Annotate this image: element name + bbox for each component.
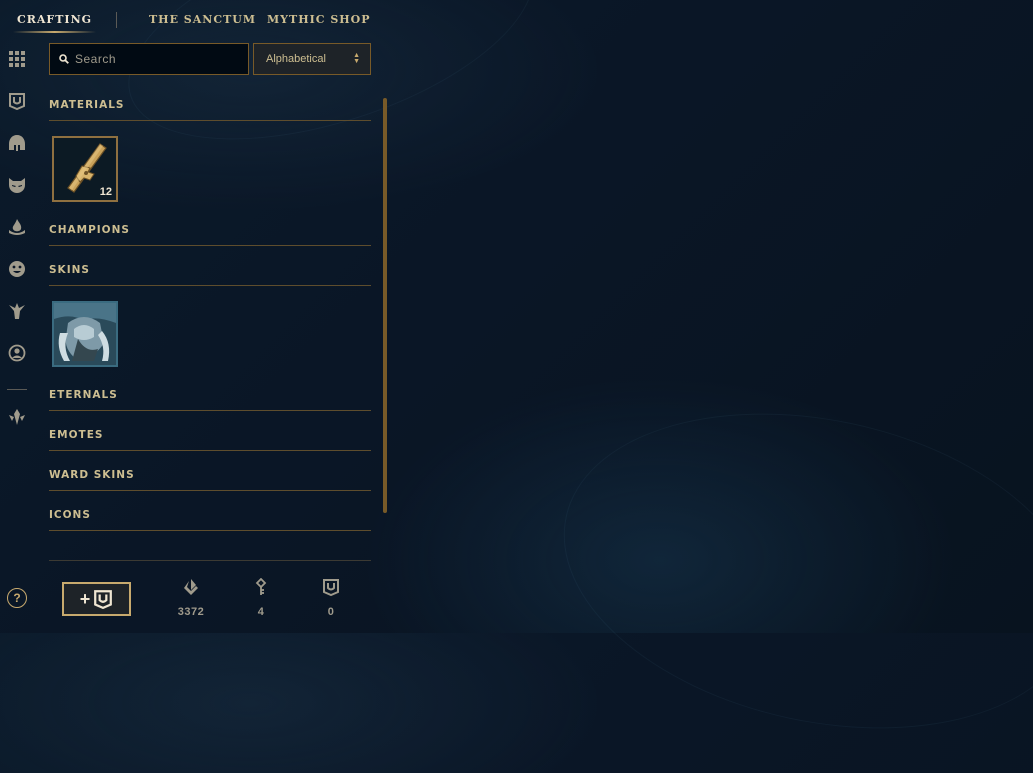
footer-divider xyxy=(49,560,371,561)
chest-value: 0 xyxy=(327,606,335,618)
section-materials[interactable]: MATERIALS xyxy=(49,99,371,121)
section-ward-skins[interactable]: WARD SKINS xyxy=(49,469,371,491)
rune-icon[interactable] xyxy=(7,407,27,427)
sort-selected-label: Alphabetical xyxy=(266,53,326,65)
rail-divider xyxy=(7,389,27,390)
key-fragment-counter: 4 xyxy=(241,578,281,618)
profile-icon[interactable] xyxy=(7,343,27,363)
emote-icon[interactable] xyxy=(7,259,27,279)
craft-chest-button[interactable]: + xyxy=(62,582,131,616)
list-scrollbar[interactable] xyxy=(383,98,387,513)
tab-crafting[interactable]: CRAFTING xyxy=(12,13,97,33)
ward-icon[interactable] xyxy=(7,301,27,321)
item-count: 12 xyxy=(99,186,112,198)
top-nav: CRAFTING THE SANCTUM MYTHIC SHOP xyxy=(0,0,420,40)
section-eternals[interactable]: ETERNALS xyxy=(49,389,371,411)
sort-dropdown[interactable]: Alphabetical ▲ ▼ xyxy=(253,43,371,75)
tab-the-sanctum[interactable]: THE SANCTUM xyxy=(149,13,256,26)
mask-icon[interactable] xyxy=(7,175,27,195)
key-icon xyxy=(252,578,270,596)
help-button[interactable]: ? xyxy=(7,588,27,608)
search-input[interactable] xyxy=(75,52,235,66)
section-skins[interactable]: SKINS xyxy=(49,264,371,286)
blue-essence-counter: 3372 xyxy=(171,578,211,618)
section-emotes[interactable]: EMOTES xyxy=(49,429,371,451)
key-fragment-value: 4 xyxy=(257,606,265,618)
key-fragment-tile[interactable]: 12 xyxy=(52,136,118,202)
search-box[interactable] xyxy=(49,43,249,75)
skin-shard-icon xyxy=(54,303,116,365)
tab-divider xyxy=(116,12,117,28)
skin-shard-tile[interactable] xyxy=(52,301,118,367)
chest-icon[interactable] xyxy=(7,91,27,111)
flame-icon[interactable] xyxy=(7,217,27,237)
section-champions[interactable]: CHAMPIONS xyxy=(49,224,371,246)
chest-counter: 0 xyxy=(311,578,351,618)
tab-mythic-shop[interactable]: MYTHIC SHOP xyxy=(267,13,371,26)
search-icon xyxy=(59,54,69,64)
blue-essence-value: 3372 xyxy=(177,606,205,618)
blue-essence-icon xyxy=(182,578,200,596)
background-swirl xyxy=(534,369,1033,773)
grid-icon[interactable] xyxy=(7,49,27,69)
section-icons[interactable]: ICONS xyxy=(49,509,371,531)
chest-icon xyxy=(93,589,113,609)
plus-icon: + xyxy=(79,589,91,609)
chest-icon xyxy=(322,578,340,596)
helmet-icon[interactable] xyxy=(7,133,27,153)
chevron-updown-icon: ▲ ▼ xyxy=(353,52,360,65)
